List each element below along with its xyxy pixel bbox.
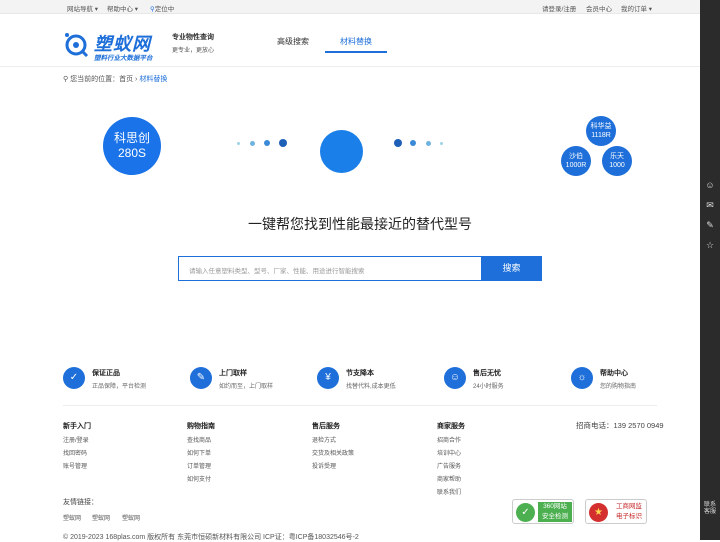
chat-icon[interactable]: ✉	[705, 200, 715, 210]
tab-advanced-search[interactable]: 高级搜索	[277, 36, 309, 47]
result-circle: 沙伯 1000R	[561, 146, 591, 176]
help-center-link[interactable]: 帮助中心 ▾	[107, 3, 138, 13]
shield-check-icon: ✓	[63, 367, 85, 389]
source-material-circle: 科思创 280S	[103, 117, 161, 175]
friend-link[interactable]: 塑蚁网	[92, 513, 110, 522]
page-headline: 一键帮您找到性能最接近的替代型号	[248, 216, 472, 232]
footer-link[interactable]: 投诉受理	[312, 461, 336, 470]
search-button[interactable]: 搜索	[481, 256, 542, 281]
flow-dot	[250, 141, 255, 146]
business-phone: 招商电话：139 2570 0949	[576, 421, 664, 430]
footer-link[interactable]: 招商合作	[437, 435, 461, 444]
footer-column-title: 售后服务	[312, 423, 340, 430]
friend-link[interactable]: 塑蚁网	[63, 513, 81, 522]
feature-desc: 如约而至，上门取样	[219, 384, 274, 390]
logo-icon[interactable]	[63, 31, 89, 57]
footer-column-title: 新手入门	[63, 423, 91, 430]
security-badge-360[interactable]: ✓ 360网站 安全检测	[512, 499, 574, 524]
flow-dot	[410, 140, 416, 146]
breadcrumb: ⚲ 您当前的位置：首页 › 材料替换	[63, 76, 168, 83]
feature-title: 保证正品	[92, 370, 120, 377]
flow-dot	[440, 142, 443, 145]
location-pin-icon: ⚲	[63, 76, 69, 83]
business-license-badge[interactable]: ★ 工商网监 电子标识	[585, 499, 647, 524]
footer-link[interactable]: 如何下单	[187, 448, 211, 457]
search-input[interactable]: 请输入任意塑料类型、型号、厂家、性能、用途进行智能搜索	[178, 256, 482, 281]
login-link[interactable]: 请登录/注册	[542, 3, 576, 13]
footer-column-title: 购物指南	[187, 423, 215, 430]
emblem-icon: ★	[589, 503, 608, 522]
feature-title: 节支降本	[346, 370, 374, 377]
feature-desc: 您的购物指南	[600, 384, 637, 390]
location-indicator[interactable]: ⚲定位中	[150, 3, 174, 13]
footer-link[interactable]: 如何支付	[187, 474, 211, 483]
coin-stack-icon: ¥	[317, 367, 339, 389]
footer-link[interactable]: 注册/登录	[63, 435, 89, 444]
flow-dot	[264, 140, 270, 146]
feature-title: 上门取样	[219, 370, 247, 377]
member-center-link[interactable]: 会员中心	[586, 3, 612, 13]
feature-desc: 24小时服务	[473, 384, 504, 390]
site-nav-link[interactable]: 网站导航 ▾	[67, 3, 98, 13]
chevron-right-icon: ›	[135, 76, 138, 83]
tab-material-replace[interactable]: 材料替换	[340, 36, 372, 47]
breadcrumb-current: 材料替换	[139, 76, 168, 83]
result-circle: 乐天 1000	[602, 146, 632, 176]
footer-link[interactable]: 查找商品	[187, 435, 211, 444]
slogan-subtitle: 更专业，更放心	[172, 48, 215, 54]
footer-link[interactable]: 找回密码	[63, 448, 87, 457]
result-circle: 科华益 1118R	[586, 116, 616, 146]
slogan-title: 专业物性查询	[172, 34, 214, 41]
flow-dot	[237, 142, 240, 145]
feature-title: 帮助中心	[600, 370, 628, 377]
feature-desc: 正品保障，平台检测	[92, 384, 147, 390]
feature-title: 售后无忧	[473, 370, 501, 377]
lightbulb-icon: ☼	[571, 367, 593, 389]
footer-link[interactable]: 订单管理	[187, 461, 211, 470]
processing-circle	[320, 130, 363, 173]
flow-dot	[426, 141, 431, 146]
friend-links-title: 友情链接：	[63, 499, 98, 506]
footer-link[interactable]: 退检方式	[312, 435, 336, 444]
feature-desc: 找替代料,成本更低	[346, 384, 396, 390]
footer-divider	[63, 405, 657, 406]
footer-link[interactable]: 广告服务	[437, 461, 461, 470]
copyright: © 2019-2023 168plas.com 版权所有 东莞市恒硕新材料有限公…	[63, 534, 359, 541]
right-toolbar: ☺ ✉ ✎ ☆ 联系客服	[700, 0, 720, 540]
flow-dot	[279, 139, 287, 147]
footer-link[interactable]: 交货及相关政策	[312, 448, 354, 457]
my-orders-link[interactable]: 我的订单 ▾	[621, 3, 652, 13]
top-bar: 网站导航 ▾ 帮助中心 ▾ ⚲定位中 请登录/注册 会员中心 我的订单 ▾	[0, 0, 700, 14]
star-icon[interactable]: ☆	[705, 240, 715, 250]
footer-link[interactable]: 账号管理	[63, 461, 87, 470]
footer-link[interactable]: 联系我们	[437, 487, 461, 496]
user-icon[interactable]: ☺	[705, 180, 715, 190]
smile-icon: ☺	[444, 367, 466, 389]
friend-link[interactable]: 塑蚁网	[122, 513, 140, 522]
active-tab-indicator	[325, 51, 387, 53]
footer-column-title: 商家服务	[437, 423, 465, 430]
logo-subtitle: 塑料行业大数据平台	[94, 55, 153, 62]
flow-dot	[394, 139, 402, 147]
magnifier-shield-icon: ✓	[516, 503, 535, 522]
customer-service-button[interactable]: 联系客服	[704, 502, 716, 516]
breadcrumb-home[interactable]: 首页	[119, 76, 133, 83]
footer-link[interactable]: 培训中心	[437, 448, 461, 457]
footer-link[interactable]: 商家帮助	[437, 474, 461, 483]
sample-pickup-icon: ✎	[190, 367, 212, 389]
